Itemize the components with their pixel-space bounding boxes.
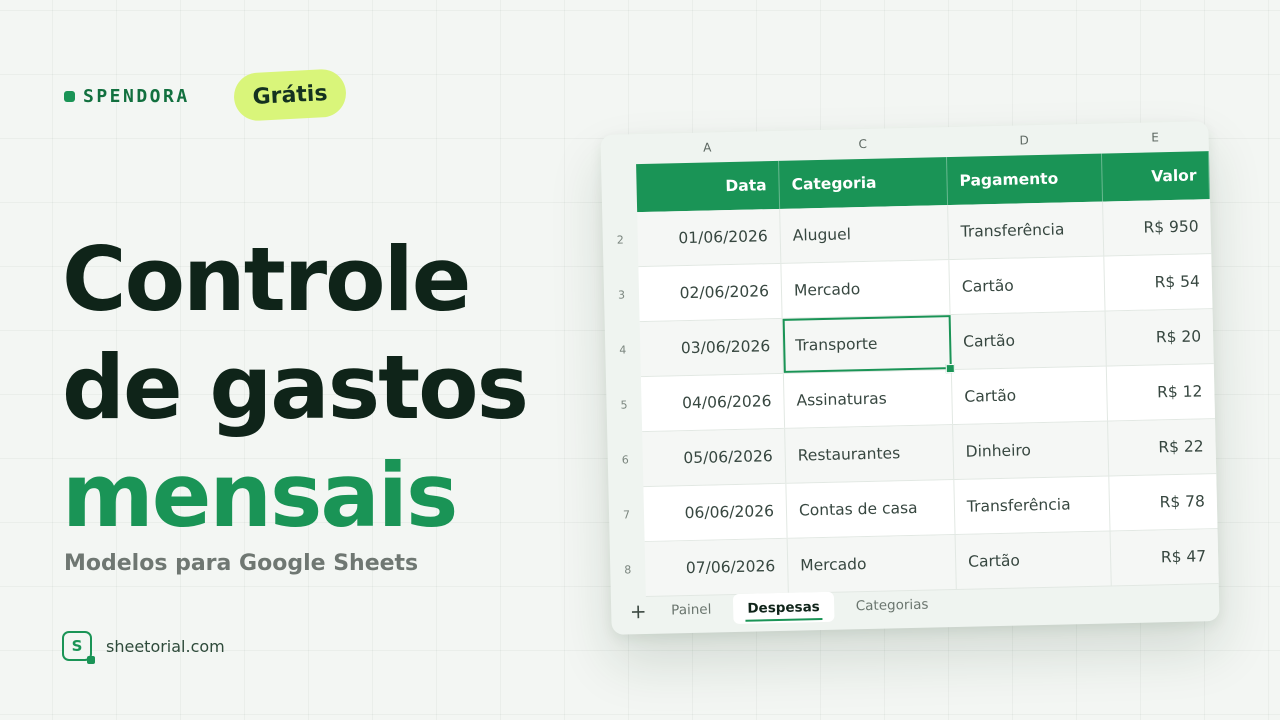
cell-payment[interactable]: Transferência — [954, 476, 1111, 535]
cell-date[interactable]: 04/06/2026 — [640, 373, 786, 432]
column-letter-a[interactable]: A — [636, 139, 779, 164]
tab-painel[interactable]: Painel — [657, 594, 726, 626]
cell-payment[interactable]: Transferência — [948, 201, 1105, 260]
header-category[interactable]: Categoria — [779, 157, 949, 209]
row-number[interactable]: 2 — [602, 212, 638, 268]
tab-despesas[interactable]: Despesas — [733, 591, 835, 625]
cell-category[interactable]: Transporte — [782, 315, 952, 373]
cell-value[interactable]: R$ 22 — [1108, 419, 1216, 475]
brand: SPENDORA — [64, 86, 190, 107]
brand-dot-icon — [64, 91, 75, 102]
brand-name: SPENDORA — [83, 86, 190, 107]
sheet-tabs: + Painel Despesas Categorias — [627, 589, 943, 626]
cell-payment[interactable]: Cartão — [949, 256, 1106, 315]
cell-category[interactable]: Mercado — [787, 535, 957, 593]
header-payment[interactable]: Pagamento — [946, 153, 1104, 206]
cell-payment[interactable]: Dinheiro — [953, 421, 1110, 480]
spreadsheet-preview: A C D E 2345678 Data Categoria Pagamento… — [600, 121, 1220, 635]
cell-date[interactable]: 01/06/2026 — [637, 208, 782, 267]
cell-date[interactable]: 06/06/2026 — [643, 483, 788, 542]
cell-value[interactable]: R$ 20 — [1106, 309, 1214, 365]
cell-value[interactable]: R$ 47 — [1111, 529, 1219, 585]
subtitle: Modelos para Google Sheets — [64, 551, 419, 576]
cell-value[interactable]: R$ 12 — [1107, 364, 1215, 420]
row-number[interactable]: 7 — [608, 487, 644, 543]
row-number[interactable]: 4 — [605, 322, 641, 378]
site-url[interactable]: sheetorial.com — [106, 637, 225, 656]
cell-payment[interactable]: Cartão — [950, 311, 1107, 370]
free-badge: Grátis — [232, 68, 348, 122]
headline-line-3: mensais — [62, 444, 458, 547]
cell-value[interactable]: R$ 54 — [1104, 254, 1212, 310]
cell-category[interactable]: Mercado — [781, 260, 951, 318]
cell-date[interactable]: 07/06/2026 — [644, 538, 789, 597]
tab-categorias[interactable]: Categorias — [841, 589, 942, 621]
cell-category[interactable]: Aluguel — [780, 205, 950, 263]
cell-date[interactable]: 03/06/2026 — [639, 318, 784, 377]
cell-payment[interactable]: Cartão — [951, 366, 1109, 425]
cell-payment[interactable]: Cartão — [955, 531, 1112, 589]
row-number[interactable]: 3 — [603, 267, 639, 323]
sheetorial-logo-icon: S — [62, 631, 95, 664]
cell-value[interactable]: R$ 78 — [1109, 474, 1217, 530]
header-value[interactable]: Valor — [1101, 151, 1211, 202]
cell-date[interactable]: 02/06/2026 — [638, 263, 783, 322]
header-date[interactable]: Data — [636, 160, 781, 213]
data-table: Data Categoria Pagamento Valor 01/06/202… — [636, 151, 1219, 598]
footer: S sheetorial.com — [62, 631, 225, 664]
row-number[interactable]: 8 — [610, 542, 646, 598]
column-letter-e[interactable]: E — [1101, 129, 1208, 153]
row-number[interactable]: 5 — [606, 377, 642, 433]
cell-category[interactable]: Restaurantes — [785, 425, 955, 483]
cell-category[interactable]: Contas de casa — [786, 480, 956, 538]
headline-line-2: de gastos — [62, 336, 529, 439]
headline: Controle de gastos mensais — [62, 226, 529, 550]
table-row: 07/06/2026 Mercado Cartão R$ 47 — [644, 529, 1219, 598]
row-number[interactable]: 6 — [607, 432, 643, 488]
headline-line-1: Controle — [62, 228, 471, 331]
cell-value[interactable]: R$ 950 — [1103, 199, 1211, 255]
cell-date[interactable]: 05/06/2026 — [642, 428, 787, 487]
plus-icon[interactable]: + — [627, 599, 650, 623]
cell-category[interactable]: Assinaturas — [783, 370, 954, 428]
